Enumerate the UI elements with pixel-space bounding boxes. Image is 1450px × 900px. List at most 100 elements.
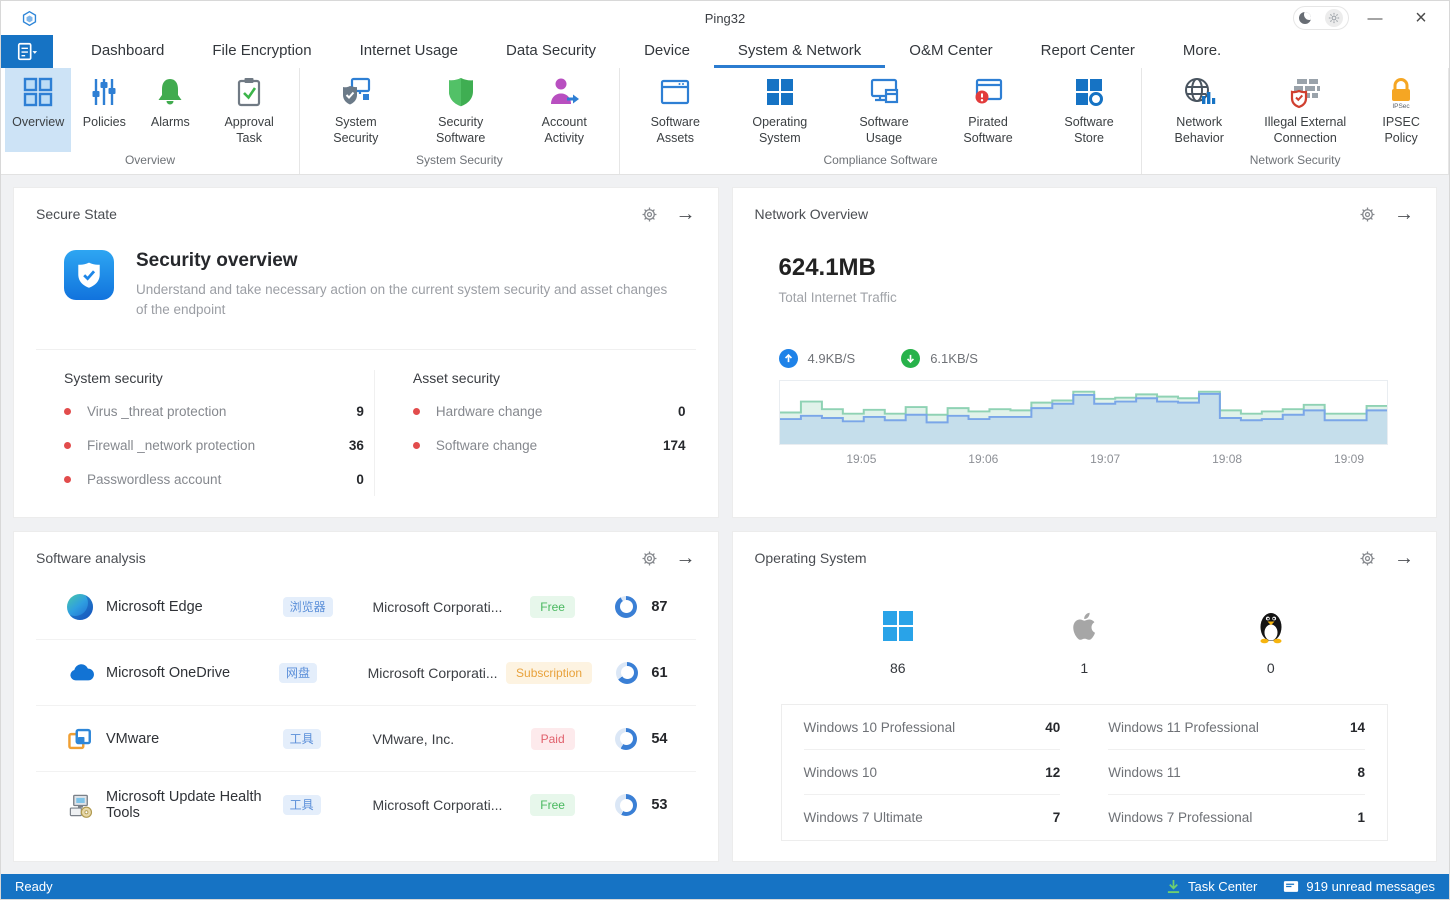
ribbon-item-approval-task[interactable]: Approval Task [203, 68, 295, 152]
task-center-button[interactable]: Task Center [1166, 879, 1257, 894]
tab-dashboard[interactable]: Dashboard [67, 35, 188, 68]
green-shield-icon [444, 75, 478, 109]
software-name: Microsoft OneDrive [106, 665, 279, 681]
ribbon-item-security-software[interactable]: Security Software [408, 68, 514, 152]
table-row: Windows 10 Professional40 [804, 705, 1061, 750]
unread-messages-button[interactable]: 919 unread messages [1283, 879, 1435, 894]
wall-shield-icon [1288, 75, 1322, 109]
license-badge: Subscription [506, 662, 592, 684]
lock-icon: IPSec [1384, 75, 1418, 109]
metric-value: 0 [356, 472, 364, 487]
settings-gear-icon[interactable] [1359, 550, 1376, 567]
secure-state-title: Secure State [36, 206, 117, 222]
red-dot-icon [64, 476, 71, 483]
ribbon-item-alarms[interactable]: Alarms [137, 68, 203, 152]
software-row-update-health-tools[interactable]: Microsoft Update Health Tools 工具 Microso… [36, 772, 696, 838]
windows-squares-icon [763, 75, 797, 109]
tab-file-encryption[interactable]: File Encryption [188, 35, 335, 68]
close-button[interactable]: × [1401, 3, 1441, 33]
tab-data-security[interactable]: Data Security [482, 35, 620, 68]
table-row: Windows 118 [1108, 750, 1365, 795]
tab-report-center[interactable]: Report Center [1017, 35, 1159, 68]
list-item[interactable]: Software change174 [413, 428, 686, 462]
ribbon-item-policies[interactable]: Policies [71, 68, 137, 152]
tab-om-center[interactable]: O&M Center [885, 35, 1016, 68]
card-secure-state: Secure State → Security overview Underst… [13, 187, 719, 518]
software-name: Microsoft Update Health Tools [106, 789, 283, 821]
divider [36, 349, 696, 350]
shield-monitor-icon [339, 75, 373, 109]
settings-gear-icon[interactable] [1359, 206, 1376, 223]
ribbon-item-operating-system[interactable]: Operating System [727, 68, 833, 152]
app-logo-icon [21, 10, 38, 27]
table-row: Windows 1012 [804, 750, 1061, 795]
statusbar: Ready Task Center 919 unread messages [1, 874, 1449, 899]
x-tick: 19:05 [846, 452, 876, 466]
store-squares-icon [1072, 75, 1106, 109]
download-rate: 6.1KB/S [901, 349, 978, 368]
upload-rate: 4.9KB/S [779, 349, 856, 368]
software-row-edge[interactable]: Microsoft Edge 浏览器 Microsoft Corporati..… [36, 574, 696, 640]
traffic-area-chart [779, 380, 1389, 445]
ribbon-item-overview[interactable]: Overview [5, 68, 71, 152]
monitor-window-icon [867, 75, 901, 109]
list-item[interactable]: Passwordless account0 [64, 462, 364, 496]
traffic-chart: 19:05 19:06 19:07 19:08 19:09 [779, 380, 1389, 470]
tab-system-network[interactable]: System & Network [714, 35, 885, 68]
category-tag: 工具 [283, 729, 321, 749]
ribbon-item-system-security[interactable]: System Security [304, 68, 408, 152]
theme-toggle[interactable] [1293, 6, 1349, 30]
ribbon-item-ipsec-policy[interactable]: IPSec IPSEC Policy [1358, 68, 1444, 152]
open-card-arrow-icon[interactable]: → [676, 204, 696, 224]
download-arrow-icon [901, 349, 920, 368]
software-name: VMware [106, 731, 283, 747]
open-card-arrow-icon[interactable]: → [676, 548, 696, 568]
category-tag: 工具 [283, 795, 321, 815]
bell-icon [153, 75, 187, 109]
red-dot-icon [64, 408, 71, 415]
document-menu-icon [15, 41, 39, 63]
ribbon-group-compliance-software: Software Assets Operating System Softwar… [620, 68, 1142, 174]
ribbon-item-illegal-external-connection[interactable]: Illegal External Connection [1252, 68, 1358, 152]
settings-gear-icon[interactable] [641, 550, 658, 567]
list-item[interactable]: Virus _threat protection9 [64, 394, 364, 428]
software-vendor: Microsoft Corporati... [368, 665, 506, 681]
license-badge: Paid [531, 728, 575, 750]
security-overview-heading: Security overview [136, 250, 676, 272]
tab-device[interactable]: Device [620, 35, 714, 68]
software-row-vmware[interactable]: VMware 工具 VMware, Inc. Paid 54 [36, 706, 696, 772]
open-card-arrow-icon[interactable]: → [1394, 548, 1414, 568]
security-overview-description: Understand and take necessary action on … [136, 280, 676, 319]
ribbon-item-software-usage[interactable]: Software Usage [833, 68, 935, 152]
person-arrow-icon [547, 75, 581, 109]
dashboard-content: Secure State → Security overview Underst… [1, 175, 1449, 874]
list-item[interactable]: Hardware change0 [413, 394, 686, 428]
platform-apple: 1 [1064, 606, 1104, 676]
system-security-title: System security [64, 370, 364, 386]
table-row: Windows 7 Ultimate7 [804, 795, 1061, 840]
ribbon-item-software-assets[interactable]: Software Assets [624, 68, 727, 152]
ribbon-item-account-activity[interactable]: Account Activity [514, 68, 615, 152]
platform-linux: 0 [1251, 606, 1291, 676]
window-icon [658, 75, 692, 109]
ribbon-group-system-security: System Security Security Software Accoun… [300, 68, 620, 174]
ribbon-item-network-behavior[interactable]: Network Behavior [1146, 68, 1252, 152]
linux-tux-icon [1251, 606, 1291, 646]
open-card-arrow-icon[interactable]: → [1394, 204, 1414, 224]
ribbon-item-pirated-software[interactable]: Pirated Software [935, 68, 1041, 152]
card-network-overview: Network Overview → 624.1MB Total Interne… [732, 187, 1438, 518]
platform-count: 0 [1267, 660, 1275, 676]
tab-more[interactable]: More. [1159, 35, 1245, 68]
sliders-icon [87, 75, 121, 109]
main-menu-button[interactable] [1, 35, 53, 68]
minimize-button[interactable]: — [1355, 3, 1395, 33]
software-row-onedrive[interactable]: Microsoft OneDrive 网盘 Microsoft Corporat… [36, 640, 696, 706]
usage-ring-chart [615, 728, 637, 750]
app-title: Ping32 [705, 11, 745, 26]
ribbon-item-software-store[interactable]: Software Store [1041, 68, 1137, 152]
install-count: 87 [637, 599, 667, 615]
settings-gear-icon[interactable] [641, 206, 658, 223]
list-item[interactable]: Firewall _network protection36 [64, 428, 364, 462]
menubar: Dashboard File Encryption Internet Usage… [1, 35, 1449, 68]
tab-internet-usage[interactable]: Internet Usage [336, 35, 482, 68]
